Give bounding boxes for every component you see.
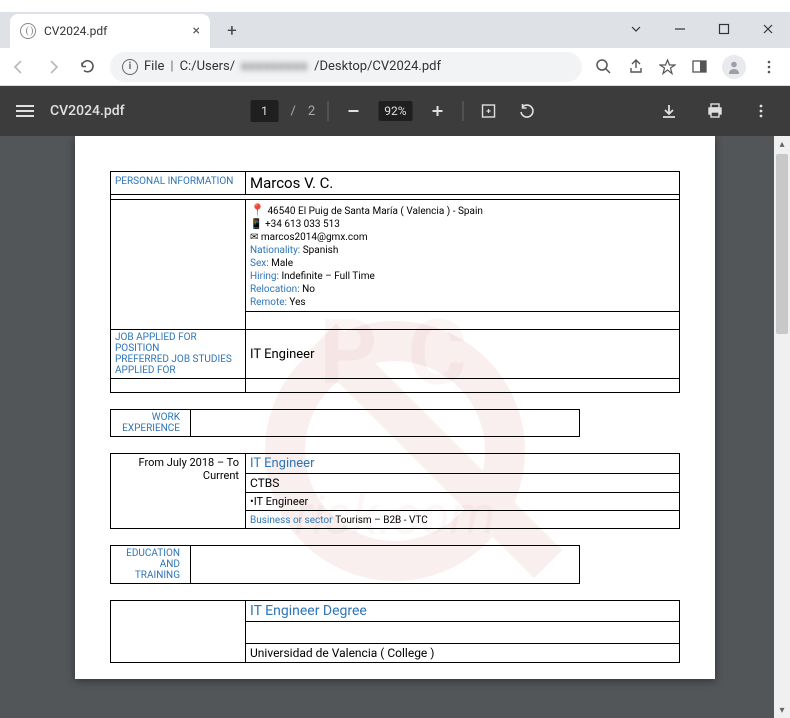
job-applied-label: JOB APPLIED FOR POSITION <box>115 332 241 354</box>
nationality-label: Nationality: <box>250 245 300 256</box>
job-title: IT Engineer <box>250 347 314 362</box>
location-pin-icon: 📍 <box>250 203 265 217</box>
hamburger-icon[interactable] <box>16 105 34 117</box>
personal-info-table: PERSONAL INFORMATION Marcos V. C. 📍 4654… <box>110 171 680 393</box>
exp-title: IT Engineer <box>250 456 314 471</box>
back-button[interactable] <box>8 56 30 78</box>
close-icon[interactable]: × <box>193 23 200 39</box>
exp-sector-label: Business or sector <box>250 515 333 526</box>
toolbar-separator <box>462 101 463 121</box>
edu-header: EDUCATION AND TRAINING <box>110 545 580 584</box>
bookmark-icon[interactable] <box>658 58 676 76</box>
forward-button[interactable] <box>42 56 64 78</box>
pdf-toolbar: CV2024.pdf 1 / 2 92% <box>0 86 790 136</box>
relocation-label: Relocation: <box>250 284 300 295</box>
url-input[interactable]: i File | C:/Users/xxxxxxxxx/Desktop/CV20… <box>110 52 582 82</box>
cv-email: marcos2014@gmx.com <box>261 232 368 243</box>
scroll-up-icon[interactable]: ▴ <box>774 136 790 152</box>
phone-icon: 📱 <box>250 219 262 230</box>
fit-page-button[interactable] <box>475 98 501 124</box>
university: Universidad de Valencia ( College ) <box>250 646 434 660</box>
share-icon[interactable] <box>626 58 644 76</box>
maximize-button[interactable] <box>702 14 746 44</box>
preferred-job-label: PREFERRED JOB STUDIES APPLIED FOR <box>115 354 241 376</box>
reload-button[interactable] <box>76 56 98 78</box>
degree: IT Engineer Degree <box>250 603 367 619</box>
edu-table: IT Engineer Degree Universidad de Valenc… <box>110 600 680 663</box>
email-icon: ✉ <box>250 232 258 243</box>
sidepanel-icon[interactable] <box>690 58 708 76</box>
globe-icon <box>20 23 36 39</box>
cv-phone: +34 613 033 513 <box>265 219 340 230</box>
exp-role: •IT Engineer <box>250 495 308 508</box>
more-icon[interactable] <box>748 98 774 124</box>
pdf-viewport: P C risk.com PERSONAL INFORMATION Marcos… <box>0 136 790 718</box>
download-button[interactable] <box>656 98 682 124</box>
toolbar-separator <box>327 101 328 121</box>
zoom-out-button[interactable] <box>340 98 366 124</box>
exp-sector: Tourism – B2B - VTC <box>335 515 428 526</box>
menu-icon[interactable] <box>760 58 778 76</box>
page-separator: / <box>291 104 296 119</box>
remote-label: Remote: <box>250 297 287 308</box>
edu-label: EDUCATION AND TRAINING <box>115 548 186 581</box>
url-suffix: /Desktop/CV2024.pdf <box>314 59 441 74</box>
browser-tab[interactable]: CV2024.pdf × <box>10 14 210 48</box>
scrollbar[interactable]: ▴ ▾ <box>774 136 790 718</box>
url-prefix: C:/Users/ <box>180 59 236 74</box>
remote-value: Yes <box>289 297 305 308</box>
exp-period: From July 2018 – To Current <box>139 456 239 482</box>
close-window-button[interactable] <box>746 14 790 44</box>
sex-label: Sex: <box>250 258 269 269</box>
address-bar: i File | C:/Users/xxxxxxxxx/Desktop/CV20… <box>0 48 790 86</box>
new-tab-button[interactable]: + <box>218 17 246 45</box>
nationality-value: Spanish <box>303 245 339 256</box>
tab-strip: CV2024.pdf × + <box>0 12 790 48</box>
hiring-label: Hiring: <box>250 271 279 282</box>
print-button[interactable] <box>702 98 728 124</box>
hiring-value: Indefinite – Full Time <box>281 271 374 282</box>
scrollbar-thumb[interactable] <box>776 154 788 334</box>
zoom-level[interactable]: 92% <box>378 101 412 121</box>
tab-title: CV2024.pdf <box>44 24 107 38</box>
sex-value: Male <box>271 258 293 269</box>
relocation-value: No <box>302 284 315 295</box>
page-total: 2 <box>308 104 315 119</box>
scroll-down-icon[interactable]: ▾ <box>774 702 790 718</box>
pdf-filename: CV2024.pdf <box>50 103 125 119</box>
exp-company: CTBS <box>250 476 279 490</box>
cv-address: 46540 El Puig de Santa María ( Valencia … <box>267 206 482 217</box>
search-icon[interactable] <box>594 58 612 76</box>
url-separator: | <box>170 59 173 74</box>
zoom-in-button[interactable] <box>424 98 450 124</box>
cv-name: Marcos V. C. <box>250 174 333 192</box>
work-exp-label: WORK EXPERIENCE <box>115 412 186 434</box>
chevron-down-icon[interactable] <box>614 14 658 44</box>
minimize-button[interactable] <box>658 14 702 44</box>
rotate-button[interactable] <box>513 98 539 124</box>
personal-info-label: PERSONAL INFORMATION <box>115 176 233 187</box>
page-input[interactable]: 1 <box>251 100 279 122</box>
url-redacted: xxxxxxxxx <box>241 59 308 74</box>
pdf-page: P C risk.com PERSONAL INFORMATION Marcos… <box>75 136 715 679</box>
profile-avatar[interactable] <box>722 55 746 79</box>
file-label: File <box>144 59 164 74</box>
info-icon: i <box>122 59 138 75</box>
window-controls <box>614 12 790 48</box>
work-exp-table: From July 2018 – To Current IT Engineer … <box>110 453 680 529</box>
work-exp-header: WORK EXPERIENCE <box>110 409 580 437</box>
